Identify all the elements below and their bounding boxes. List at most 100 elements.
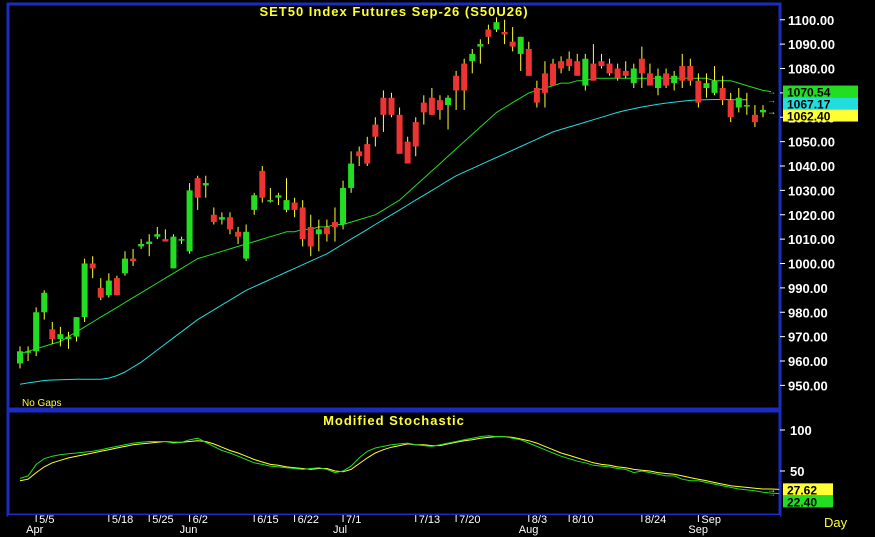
candle-body (235, 231, 242, 237)
candle-body (299, 207, 306, 240)
candle-body (760, 109, 766, 113)
candle-body (65, 336, 72, 340)
candle-body (420, 102, 427, 113)
price-tick-label: 950.00 (788, 378, 828, 393)
candle-body (404, 141, 411, 164)
x-tick-label: 6/15 (257, 514, 278, 526)
candle-body (97, 287, 104, 298)
candle-body (348, 163, 355, 188)
candle (170, 234, 177, 269)
candle-body (727, 100, 734, 118)
candle-body (251, 195, 258, 210)
x-tick-label: 7/1 (346, 514, 361, 526)
candle-body (412, 122, 419, 147)
candle-body (679, 66, 686, 81)
x-tick-label: 8/10 (572, 514, 593, 526)
candle-body (243, 231, 250, 259)
candle-body (735, 97, 742, 108)
price-tick-label: 970.00 (788, 330, 828, 345)
price-tick-label: 980.00 (788, 305, 828, 320)
candle-body (509, 41, 516, 47)
candle-body (121, 258, 128, 274)
candle-body (646, 73, 653, 86)
price-tick-label: 1030.00 (788, 183, 835, 198)
candle-body (630, 68, 637, 84)
candle-body (517, 36, 524, 54)
candle-body (461, 63, 468, 91)
candle-body (501, 31, 508, 35)
candle-body (388, 97, 395, 115)
candle-body (315, 229, 322, 235)
candle-body (218, 217, 225, 220)
stochastic-tick-label: 100 (790, 423, 812, 438)
candle-body (687, 66, 694, 81)
candle-body (606, 63, 613, 74)
candle-body (582, 58, 589, 86)
candle-body (267, 200, 274, 202)
x-month-label: Apr (26, 524, 43, 536)
candle-body (89, 263, 96, 269)
stochastic-tick-label: 50 (790, 464, 804, 479)
x-unit-label: Day (824, 515, 848, 530)
candle-body (275, 195, 282, 198)
candle-body (477, 44, 484, 47)
candle-body (638, 58, 645, 74)
candle-body (364, 144, 371, 164)
candle-body (25, 351, 32, 353)
price-tick-label: 1050.00 (788, 135, 835, 150)
x-month-label: Aug (519, 524, 539, 536)
stochastic-marker-label: 22.40 (787, 495, 817, 509)
candle-body (445, 97, 452, 106)
stochastic-title: Modified Stochastic (323, 413, 465, 428)
candle-body (138, 244, 145, 247)
candle-body (57, 334, 64, 340)
candle-body (493, 22, 500, 30)
candle-body (566, 58, 573, 67)
price-tick-label: 960.00 (788, 354, 828, 369)
candle-body (541, 73, 548, 93)
candle-body (105, 280, 112, 296)
x-tick-label: 8/24 (645, 514, 666, 526)
candle-body (396, 114, 403, 154)
candle (113, 275, 120, 296)
candle-body (194, 178, 201, 198)
candle-body (226, 217, 233, 230)
candle-body (711, 80, 718, 93)
stochastic-marker-arrow: → (767, 489, 776, 499)
x-month-label: Jul (333, 524, 347, 536)
price-tick-label: 1040.00 (788, 159, 835, 174)
candle-body (146, 241, 153, 244)
candle-body (655, 75, 662, 88)
candle (259, 166, 266, 203)
candle-body (356, 151, 363, 157)
candle (81, 258, 88, 322)
price-marker-arrow: → (767, 95, 776, 105)
candle-body (154, 234, 161, 237)
candle (340, 180, 347, 230)
candle-body (671, 75, 678, 84)
candle-body (751, 114, 758, 123)
candle-body (186, 190, 193, 252)
candle-body (210, 214, 217, 223)
candle-body (372, 124, 379, 137)
candle-body (469, 53, 476, 62)
price-tick-label: 990.00 (788, 281, 828, 296)
candle-body (81, 263, 88, 318)
candle-body (49, 329, 56, 340)
x-tick-label: 6/22 (298, 514, 319, 526)
candle-body (453, 75, 460, 91)
price-tick-label: 1100.00 (788, 13, 834, 28)
price-marker-arrow: → (767, 106, 776, 116)
x-tick-label: 5/18 (112, 514, 133, 526)
candle-body (436, 100, 443, 110)
price-marker-label: 1062.40 (787, 110, 831, 124)
no-gaps-note: No Gaps (22, 398, 61, 409)
candle-body (113, 278, 120, 296)
chart-canvas: SET50 Index Futures Sep-26 (S50U26) No G… (0, 0, 875, 537)
x-tick-label: 7/20 (459, 514, 480, 526)
candle-body (743, 105, 750, 107)
candle (186, 183, 193, 254)
price-tick-label: 1090.00 (788, 37, 835, 52)
candle-body (590, 63, 597, 81)
candle-body (331, 222, 338, 227)
